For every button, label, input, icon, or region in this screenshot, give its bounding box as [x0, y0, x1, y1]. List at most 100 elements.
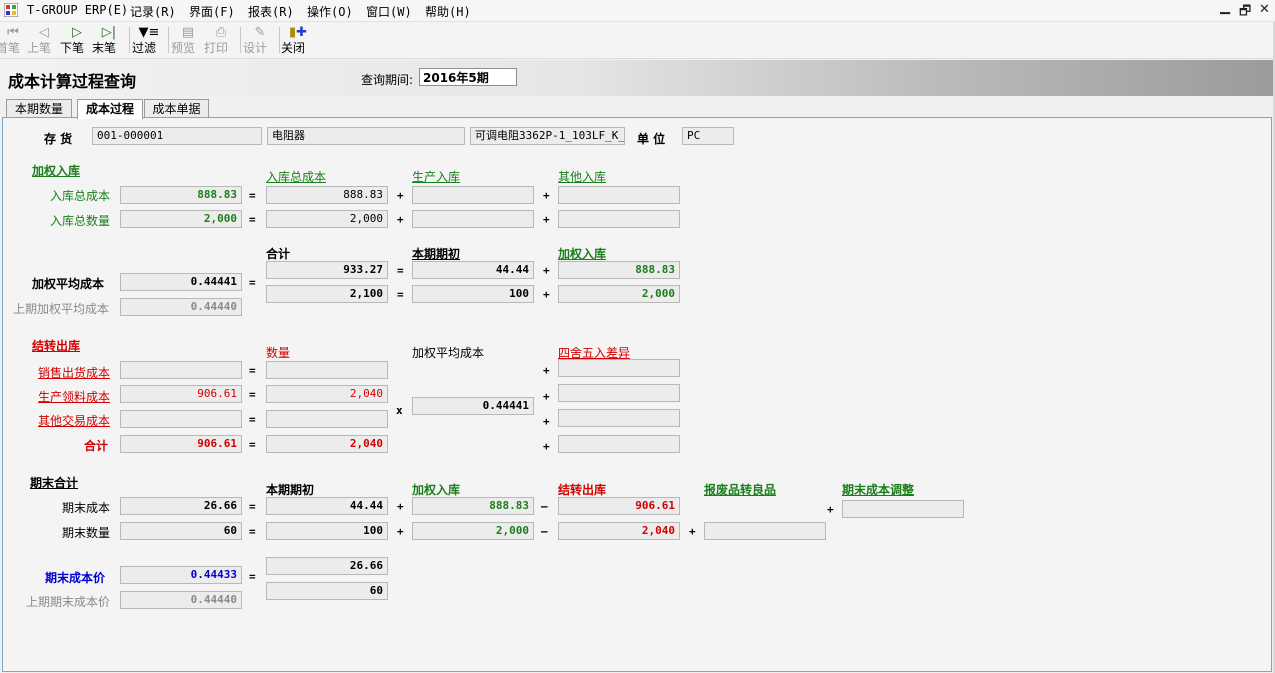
- tab-quantity[interactable]: 本期数量: [6, 99, 72, 118]
- closing-unit-price-field[interactable]: 0.44433: [120, 566, 242, 584]
- avg-cost-label: 加权平均成本: [32, 277, 105, 291]
- production-rounding-field[interactable]: [558, 384, 680, 402]
- production-qty-field[interactable]: 2,040: [266, 385, 388, 403]
- opening-qty-field[interactable]: 100: [412, 285, 534, 303]
- next-record-button[interactable]: ▷ 下笔: [60, 24, 94, 56]
- avg-cost-field[interactable]: 0.44441: [120, 273, 242, 291]
- other-in-cost-field[interactable]: [558, 186, 680, 204]
- in-total-qty-field[interactable]: 2,000: [120, 210, 242, 228]
- equals-sign: =: [397, 264, 404, 277]
- transfer-avg-cost-field[interactable]: 0.44441: [412, 397, 534, 415]
- toolbar: ⏮ 首笔 ◁ 上笔 ▷ 下笔 ▷| 末笔 ▼≡ 过滤 ▤ 预览 ⎙ 打印 ✎ 设…: [0, 22, 1275, 59]
- transfer-total-cost-field[interactable]: 906.61: [120, 435, 242, 453]
- sales-cost-label[interactable]: 销售出货成本: [38, 364, 110, 381]
- menu-interface[interactable]: 界面(F): [189, 3, 235, 20]
- production-in-qty-field[interactable]: [412, 210, 534, 228]
- header-production-in[interactable]: 生产入库: [412, 168, 460, 185]
- header-other-in[interactable]: 其他入库: [558, 168, 606, 185]
- menu-report[interactable]: 报表(R): [248, 3, 294, 20]
- menu-operation[interactable]: 操作(O): [307, 3, 353, 20]
- plus-sign: +: [397, 500, 404, 513]
- minimize-icon[interactable]: ▁: [1220, 0, 1230, 15]
- header-weighted-in[interactable]: 加权入库: [558, 245, 606, 262]
- plus-sign: +: [543, 390, 550, 403]
- production-cost-label[interactable]: 生产领料成本: [38, 388, 110, 405]
- close-button[interactable]: ▮✚ 关闭: [281, 24, 315, 56]
- closing-cost-field[interactable]: 26.66: [120, 497, 242, 515]
- toolbar-separator: [279, 27, 280, 53]
- plus-sign: +: [543, 415, 550, 428]
- plus-sign: +: [543, 264, 550, 277]
- app-icon[interactable]: [4, 3, 18, 17]
- closing-opening-cost-field[interactable]: 44.44: [266, 497, 388, 515]
- exit-icon: ▮✚: [288, 25, 308, 40]
- closing-calc-qty-field[interactable]: 60: [266, 582, 388, 600]
- header-scrap-to-good[interactable]: 报废品转良品: [704, 481, 776, 498]
- closing-transfer-qty-field[interactable]: 2,040: [558, 522, 680, 540]
- other-cost-field[interactable]: [120, 410, 242, 428]
- in-total-qty-detail-field[interactable]: 2,000: [266, 210, 388, 228]
- close-window-icon[interactable]: ✕: [1259, 2, 1270, 17]
- header-closing-transfer-out: 结转出库: [558, 483, 607, 497]
- unit-field[interactable]: PC: [682, 127, 734, 145]
- sum-cost-field[interactable]: 933.27: [266, 261, 388, 279]
- closing-calc-cost-field[interactable]: 26.66: [266, 557, 388, 575]
- inventory-code-field[interactable]: 001-000001: [92, 127, 262, 145]
- design-button[interactable]: ✎ 设计: [243, 24, 277, 56]
- transfer-total-qty-field[interactable]: 2,040: [266, 435, 388, 453]
- opening-cost-field[interactable]: 44.44: [412, 261, 534, 279]
- other-qty-field[interactable]: [266, 410, 388, 428]
- tab-cost-documents[interactable]: 成本单据: [144, 99, 209, 118]
- header-closing-adjustment[interactable]: 期末成本调整: [842, 481, 914, 498]
- sales-cost-field[interactable]: [120, 361, 242, 379]
- other-rounding-field[interactable]: [558, 409, 680, 427]
- menu-help[interactable]: 帮助(H): [425, 3, 471, 20]
- header-opening[interactable]: 本期期初: [412, 245, 460, 262]
- restore-icon[interactable]: 🗗: [1239, 2, 1251, 24]
- tab-cost-process[interactable]: 成本过程: [77, 99, 143, 119]
- scrap-to-good-qty-field[interactable]: [704, 522, 826, 540]
- closing-weighted-qty-field[interactable]: 2,000: [412, 522, 534, 540]
- production-cost-field[interactable]: 906.61: [120, 385, 242, 403]
- period-input[interactable]: 2016年5期: [419, 68, 517, 86]
- plus-sign: +: [543, 189, 550, 202]
- closing-adjustment-field[interactable]: [842, 500, 964, 518]
- last-record-button[interactable]: ▷| 末笔: [92, 24, 126, 56]
- header-in-total-cost[interactable]: 入库总成本: [266, 168, 326, 185]
- in-total-cost-detail-field[interactable]: 888.83: [266, 186, 388, 204]
- preview-button[interactable]: ▤ 预览: [171, 24, 205, 56]
- printer-icon: ⎙: [215, 25, 227, 40]
- prev-unit-price-field[interactable]: 0.44440: [120, 591, 242, 609]
- title-band: 成本计算过程查询 查询期间: 2016年5期: [0, 60, 1275, 96]
- inventory-name-field[interactable]: 电阻器: [267, 127, 465, 145]
- closing-weighted-cost-field[interactable]: 888.83: [412, 497, 534, 515]
- inventory-spec-field[interactable]: 可调电阻3362P-1_103LF_K_7: [470, 127, 625, 145]
- print-button[interactable]: ⎙ 打印: [204, 24, 238, 56]
- filter-button[interactable]: ▼≡ 过滤: [132, 24, 166, 56]
- equals-sign: =: [249, 525, 256, 538]
- toolbar-separator: [240, 27, 241, 53]
- menu-app[interactable]: T-GROUP ERP(E): [27, 3, 128, 17]
- next-record-icon: ▷: [72, 25, 82, 40]
- prev-record-button[interactable]: ◁ 上笔: [27, 24, 61, 56]
- sales-qty-field[interactable]: [266, 361, 388, 379]
- sum-qty-field[interactable]: 2,100: [266, 285, 388, 303]
- production-in-cost-field[interactable]: [412, 186, 534, 204]
- in-total-qty-label: 入库总数量: [50, 214, 111, 228]
- design-icon: ✎: [254, 25, 266, 40]
- in-total-cost-field[interactable]: 888.83: [120, 186, 242, 204]
- filter-icon: ▼≡: [138, 25, 160, 40]
- prev-avg-cost-field[interactable]: 0.44440: [120, 298, 242, 316]
- menu-window[interactable]: 窗口(W): [366, 3, 412, 20]
- other-cost-label[interactable]: 其他交易成本: [38, 412, 110, 429]
- total-rounding-field[interactable]: [558, 435, 680, 453]
- weighted-in-cost-field[interactable]: 888.83: [558, 261, 680, 279]
- weighted-in-qty-field[interactable]: 2,000: [558, 285, 680, 303]
- other-in-qty-field[interactable]: [558, 210, 680, 228]
- first-record-button[interactable]: ⏮ 首笔: [0, 24, 30, 56]
- sales-rounding-field[interactable]: [558, 359, 680, 377]
- closing-opening-qty-field[interactable]: 100: [266, 522, 388, 540]
- closing-qty-field[interactable]: 60: [120, 522, 242, 540]
- menu-record[interactable]: 记录(R): [130, 3, 176, 20]
- closing-transfer-cost-field[interactable]: 906.61: [558, 497, 680, 515]
